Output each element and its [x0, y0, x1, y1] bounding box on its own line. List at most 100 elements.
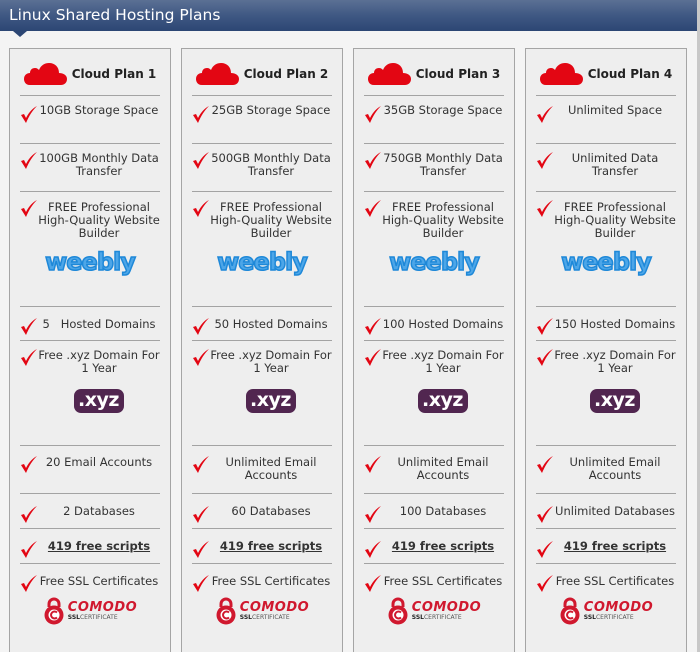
- check-icon: [365, 106, 381, 123]
- feature-free-domain: Free .xyz Domain For 1 Year .xyz: [536, 341, 676, 446]
- cloud-icon: [195, 63, 239, 85]
- check-icon: [193, 575, 209, 592]
- feature-transfer: 750GB Monthly Data Transfer: [364, 144, 504, 192]
- feature-email: Unlimited Email Accounts: [364, 446, 504, 494]
- free-scripts-link[interactable]: 419 free scripts: [392, 539, 494, 553]
- free-scripts-link[interactable]: 419 free scripts: [48, 539, 150, 553]
- plan-card-1: Cloud Plan 1 10GB Storage Space 100GB Mo…: [9, 48, 171, 652]
- feature-databases: 2 Databases: [20, 494, 160, 529]
- check-icon: [537, 200, 553, 217]
- ssl-text: Free SSL Certificates: [383, 574, 503, 588]
- ssl-text: Free SSL Certificates: [211, 574, 331, 588]
- feature-transfer: 500GB Monthly Data Transfer: [192, 144, 332, 192]
- email-text: Unlimited Email Accounts: [569, 455, 661, 482]
- page-title-bar: Linux Shared Hosting Plans: [0, 0, 697, 31]
- comodo-ssl-logo: COMODO SSLCERTIFICATE: [20, 597, 160, 625]
- storage-text: 35GB Storage Space: [383, 103, 503, 117]
- transfer-text: 500GB Monthly Data Transfer: [211, 151, 331, 178]
- check-icon: [193, 106, 209, 123]
- check-icon: [365, 200, 381, 217]
- plan-name: Cloud Plan 2: [243, 67, 329, 81]
- xyz-logo: .xyz: [590, 389, 640, 413]
- transfer-text: 750GB Monthly Data Transfer: [383, 151, 503, 178]
- feature-storage: 35GB Storage Space: [364, 96, 504, 144]
- check-icon: [21, 200, 37, 217]
- check-icon: [365, 349, 381, 366]
- padlock-icon: [44, 597, 64, 625]
- free-domain-text: Free .xyz Domain For 1 Year: [38, 348, 160, 375]
- feature-ssl: Free SSL Certificates COMODO SSLCERTIFIC…: [364, 564, 504, 634]
- padlock-icon: [388, 597, 408, 625]
- comodo-sub: SSLCERTIFICATE: [67, 613, 118, 621]
- feature-scripts: 419 free scripts: [20, 529, 160, 564]
- check-icon: [193, 152, 209, 169]
- padlock-icon: [560, 597, 580, 625]
- weebly-logo: weebly: [44, 248, 136, 276]
- check-icon: [365, 318, 381, 335]
- domains-text: 150 Hosted Domains: [554, 317, 676, 331]
- comodo-name: COMODO: [411, 599, 482, 615]
- ssl-text: Free SSL Certificates: [555, 574, 675, 588]
- feature-databases: 60 Databases: [192, 494, 332, 529]
- weebly-logo: weebly: [216, 248, 308, 276]
- check-icon: [537, 506, 553, 523]
- comodo-name: COMODO: [239, 599, 310, 615]
- free-scripts-link[interactable]: 419 free scripts: [220, 539, 322, 553]
- check-icon: [21, 541, 37, 558]
- check-icon: [21, 318, 37, 335]
- check-icon: [21, 106, 37, 123]
- feature-domains: 150 Hosted Domains: [536, 307, 676, 341]
- databases-text: 60 Databases: [231, 504, 311, 518]
- plan-card-4: Cloud Plan 4 Unlimited Space Unlimited D…: [525, 48, 687, 652]
- check-icon: [537, 349, 553, 366]
- plan-header: Cloud Plan 2: [192, 49, 332, 96]
- ssl-text: Free SSL Certificates: [39, 574, 159, 588]
- free-scripts-link[interactable]: 419 free scripts: [564, 539, 666, 553]
- feature-scripts: 419 free scripts: [364, 529, 504, 564]
- domains-text: 100 Hosted Domains: [382, 317, 504, 331]
- email-text: Unlimited Email Accounts: [397, 455, 489, 482]
- feature-builder: FREE Professional High-Quality Website B…: [536, 192, 676, 307]
- free-domain-text: Free .xyz Domain For 1 Year: [210, 348, 332, 375]
- plan-header: Cloud Plan 1: [20, 49, 160, 96]
- feature-email: Unlimited Email Accounts: [192, 446, 332, 494]
- check-icon: [365, 575, 381, 592]
- feature-free-domain: Free .xyz Domain For 1 Year .xyz: [20, 341, 160, 446]
- comodo-ssl-logo: COMODO SSLCERTIFICATE: [536, 597, 676, 625]
- check-icon: [537, 541, 553, 558]
- transfer-text: Unlimited Data Transfer: [571, 151, 659, 178]
- comodo-sub: SSLCERTIFICATE: [411, 613, 462, 621]
- check-icon: [365, 152, 381, 169]
- feature-transfer: 100GB Monthly Data Transfer: [20, 144, 160, 192]
- feature-builder: FREE Professional High-Quality Website B…: [192, 192, 332, 307]
- databases-text: 100 Databases: [399, 504, 487, 518]
- feature-domains: 100 Hosted Domains: [364, 307, 504, 341]
- xyz-logo-wrap: .xyz: [20, 375, 160, 413]
- databases-text: 2 Databases: [63, 504, 135, 518]
- check-icon: [365, 506, 381, 523]
- check-icon: [193, 349, 209, 366]
- feature-email: 20 Email Accounts: [20, 446, 160, 494]
- check-icon: [193, 318, 209, 335]
- comodo-ssl-logo: COMODO SSLCERTIFICATE: [192, 597, 332, 625]
- feature-ssl: Free SSL Certificates COMODO SSLCERTIFIC…: [20, 564, 160, 634]
- storage-text: 10GB Storage Space: [39, 103, 159, 117]
- plan-name: Cloud Plan 4: [587, 67, 673, 81]
- feature-ssl: Free SSL Certificates COMODO SSLCERTIFIC…: [192, 564, 332, 634]
- page-title: Linux Shared Hosting Plans: [9, 6, 221, 24]
- cloud-icon: [367, 63, 411, 85]
- feature-builder: FREE Professional High-Quality Website B…: [20, 192, 160, 307]
- xyz-logo-wrap: .xyz: [536, 375, 676, 413]
- feature-builder: FREE Professional High-Quality Website B…: [364, 192, 504, 307]
- title-notch: [13, 31, 27, 37]
- feature-transfer: Unlimited Data Transfer: [536, 144, 676, 192]
- check-icon: [193, 456, 209, 473]
- check-icon: [21, 575, 37, 592]
- feature-storage: 10GB Storage Space: [20, 96, 160, 144]
- feature-free-domain: Free .xyz Domain For 1 Year .xyz: [364, 341, 504, 446]
- transfer-text: 100GB Monthly Data Transfer: [39, 151, 159, 178]
- feature-storage: 25GB Storage Space: [192, 96, 332, 144]
- feature-scripts: 419 free scripts: [192, 529, 332, 564]
- check-icon: [365, 456, 381, 473]
- xyz-logo: .xyz: [246, 389, 296, 413]
